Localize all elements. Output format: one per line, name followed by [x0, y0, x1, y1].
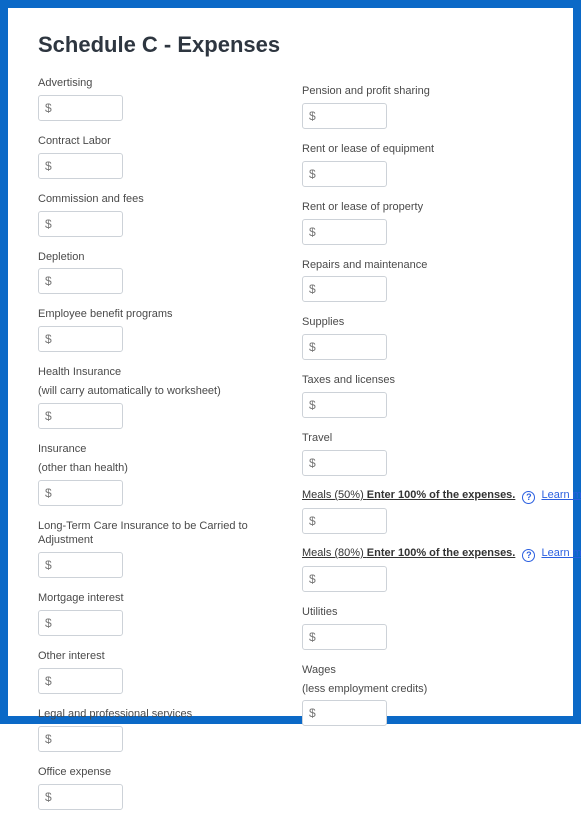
field-label: Advertising [38, 76, 292, 91]
field-employee-benefit: Employee benefit programs [38, 307, 292, 352]
depletion-input[interactable] [38, 268, 123, 294]
meals-80-input[interactable] [302, 566, 387, 592]
field-sublabel: (will carry automatically to worksheet) [38, 384, 292, 399]
meals-80-prefix: Meals (80%) [302, 547, 367, 559]
supplies-input[interactable] [302, 334, 387, 360]
field-commission-fees: Commission and fees [38, 192, 292, 237]
field-rent-equipment: Rent or lease of equipment [302, 142, 538, 187]
field-long-term-care: Long-Term Care Insurance to be Carried t… [38, 519, 292, 579]
learn-more-link[interactable]: Learn more [541, 547, 581, 559]
field-label: Health Insurance [38, 365, 292, 380]
health-insurance-input[interactable] [38, 403, 123, 429]
rent-property-input[interactable] [302, 219, 387, 245]
field-label: Legal and professional services [38, 707, 292, 722]
utilities-input[interactable] [302, 624, 387, 650]
field-label: Commission and fees [38, 192, 292, 207]
columns: Advertising Contract Labor Commission an… [38, 76, 551, 823]
field-label: Insurance [38, 442, 292, 457]
field-label: Employee benefit programs [38, 307, 292, 322]
left-column: Advertising Contract Labor Commission an… [38, 76, 292, 823]
field-supplies: Supplies [302, 315, 538, 360]
field-health-insurance: Health Insurance (will carry automatical… [38, 365, 292, 429]
field-meals-80: Meals (80%) Enter 100% of the expenses. … [302, 547, 538, 592]
field-label: Travel [302, 431, 538, 446]
office-expense-input[interactable] [38, 784, 123, 810]
travel-input[interactable] [302, 450, 387, 476]
repairs-input[interactable] [302, 276, 387, 302]
field-pension: Pension and profit sharing [302, 84, 538, 129]
field-rent-property: Rent or lease of property [302, 200, 538, 245]
pension-input[interactable] [302, 103, 387, 129]
field-repairs: Repairs and maintenance [302, 258, 538, 303]
field-other-interest: Other interest [38, 649, 292, 694]
field-label: Contract Labor [38, 134, 292, 149]
mortgage-interest-input[interactable] [38, 610, 123, 636]
meals-50-input[interactable] [302, 508, 387, 534]
learn-more-link[interactable]: Learn more [541, 489, 581, 501]
field-mortgage-interest: Mortgage interest [38, 591, 292, 636]
meals-80-bold: Enter 100% of the expenses. [367, 547, 516, 559]
field-label: Supplies [302, 315, 538, 330]
field-meals-50: Meals (50%) Enter 100% of the expenses. … [302, 489, 538, 534]
field-advertising: Advertising [38, 76, 292, 121]
taxes-licenses-input[interactable] [302, 392, 387, 418]
meals-50-text: Meals (50%) Enter 100% of the expenses. [302, 489, 515, 501]
employee-benefit-input[interactable] [38, 326, 123, 352]
field-office-expense: Office expense [38, 765, 292, 810]
meals-50-bold: Enter 100% of the expenses. [367, 489, 516, 501]
help-icon[interactable]: ? [522, 491, 535, 504]
field-taxes-licenses: Taxes and licenses [302, 373, 538, 418]
field-label: Repairs and maintenance [302, 258, 538, 273]
field-label: Taxes and licenses [302, 373, 538, 388]
contract-labor-input[interactable] [38, 153, 123, 179]
field-insurance: Insurance (other than health) [38, 442, 292, 506]
page-title: Schedule C - Expenses [38, 32, 551, 58]
long-term-care-input[interactable] [38, 552, 123, 578]
field-label: Office expense [38, 765, 292, 780]
advertising-input[interactable] [38, 95, 123, 121]
field-wages: Wages (less employment credits) [302, 663, 538, 727]
field-contract-labor: Contract Labor [38, 134, 292, 179]
meals-50-label: Meals (50%) Enter 100% of the expenses. … [302, 489, 538, 504]
field-label: Other interest [38, 649, 292, 664]
help-icon[interactable]: ? [522, 549, 535, 562]
rent-equipment-input[interactable] [302, 161, 387, 187]
field-sublabel: (less employment credits) [302, 682, 538, 697]
commission-fees-input[interactable] [38, 211, 123, 237]
field-label: Utilities [302, 605, 538, 620]
field-travel: Travel [302, 431, 538, 476]
field-depletion: Depletion [38, 250, 292, 295]
meals-50-prefix: Meals (50%) [302, 489, 367, 501]
insurance-input[interactable] [38, 480, 123, 506]
field-sublabel: (other than health) [38, 461, 292, 476]
field-legal-professional: Legal and professional services [38, 707, 292, 752]
meals-80-label: Meals (80%) Enter 100% of the expenses. … [302, 547, 538, 562]
field-label: Rent or lease of equipment [302, 142, 538, 157]
field-label: Depletion [38, 250, 292, 265]
wages-input[interactable] [302, 700, 387, 726]
field-label: Mortgage interest [38, 591, 292, 606]
field-label: Pension and profit sharing [302, 84, 538, 99]
meals-80-text: Meals (80%) Enter 100% of the expenses. [302, 547, 515, 559]
field-utilities: Utilities [302, 605, 538, 650]
form-frame: Schedule C - Expenses Advertising Contra… [0, 0, 581, 724]
right-column: Pension and profit sharing Rent or lease… [302, 76, 538, 823]
legal-professional-input[interactable] [38, 726, 123, 752]
field-label: Wages [302, 663, 538, 678]
other-interest-input[interactable] [38, 668, 123, 694]
field-label: Long-Term Care Insurance to be Carried t… [38, 519, 292, 549]
field-label: Rent or lease of property [302, 200, 538, 215]
